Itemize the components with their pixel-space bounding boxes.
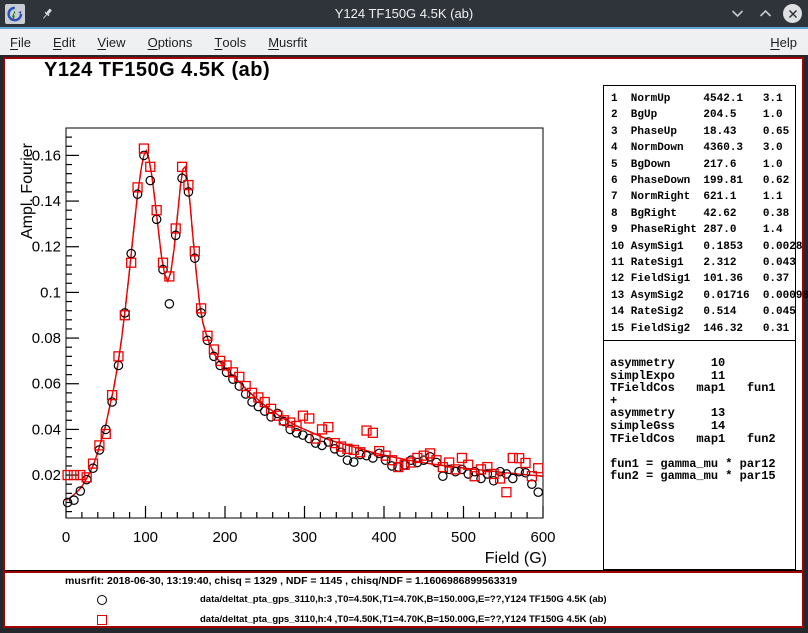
- svg-text:500: 500: [451, 529, 476, 546]
- menu-tools[interactable]: Tools: [203, 29, 257, 55]
- svg-text:200: 200: [212, 529, 237, 546]
- pin-icon[interactable]: [39, 6, 55, 22]
- menu-file[interactable]: File: [0, 29, 42, 55]
- svg-text:Field (G): Field (G): [485, 550, 547, 567]
- svg-text:400: 400: [371, 529, 396, 546]
- menu-options[interactable]: Options: [137, 29, 204, 55]
- svg-text:600: 600: [530, 529, 555, 546]
- theory-block: asymmetry 10 simplExpo 11 TFieldCos map1…: [603, 341, 796, 570]
- close-button[interactable]: [783, 4, 802, 23]
- menu-help[interactable]: Help: [759, 29, 808, 55]
- svg-text:0.02: 0.02: [32, 467, 61, 484]
- titlebar: Y124 TF150G 4.5K (ab): [0, 0, 808, 27]
- svg-text:Ampl. Fourier: Ampl. Fourier: [19, 142, 36, 239]
- maximize-button[interactable]: [755, 4, 775, 24]
- open-circle-marker-icon: [97, 595, 107, 605]
- svg-text:100: 100: [133, 529, 158, 546]
- theory-lines: asymmetry 10 simplExpo 11 TFieldCos map1…: [604, 341, 795, 483]
- minimize-button[interactable]: [727, 4, 747, 24]
- svg-text:0.12: 0.12: [32, 239, 61, 256]
- svg-text:300: 300: [292, 529, 317, 546]
- legend-row-h4: data/deltat_pta_gps_3110,h:4 ,T0=4.50K,T…: [5, 612, 802, 628]
- menu-edit[interactable]: Edit: [42, 29, 86, 55]
- close-icon: [788, 9, 798, 19]
- root-canvas[interactable]: Y124 TF150G 4.5K (ab) 010020030040050060…: [3, 57, 804, 628]
- chevron-up-icon: [759, 9, 772, 18]
- pad-highlight-line: [5, 571, 802, 573]
- legend-label-h3: data/deltat_pta_gps_3110,h:3 ,T0=4.50K,T…: [200, 594, 607, 605]
- svg-text:0: 0: [62, 529, 70, 546]
- chevron-down-icon: [731, 9, 744, 18]
- svg-text:0.16: 0.16: [32, 147, 61, 164]
- svg-text:0.1: 0.1: [40, 284, 61, 301]
- menubar: File Edit View Options Tools Musrfit Hel…: [0, 29, 808, 55]
- open-square-marker-icon: [97, 615, 107, 625]
- menu-musrfit[interactable]: Musrfit: [257, 29, 318, 55]
- svg-text:0.08: 0.08: [32, 330, 61, 347]
- legend-label-h4: data/deltat_pta_gps_3110,h:4 ,T0=4.50K,T…: [200, 614, 607, 625]
- svg-text:0.04: 0.04: [32, 421, 61, 438]
- menu-view[interactable]: View: [86, 29, 136, 55]
- root-app-icon: [5, 4, 25, 24]
- fit-status-text: musrfit: 2018-06-30, 13:19:40, chisq = 1…: [65, 575, 517, 587]
- legend-row-h3: data/deltat_pta_gps_3110,h:3 ,T0=4.50K,T…: [5, 592, 802, 608]
- parameter-rows: 1 NormUp 4542.1 3.1 2 BgUp 204.5 1.0 3 P…: [604, 86, 795, 337]
- svg-text:0.06: 0.06: [32, 376, 61, 393]
- svg-text:0.14: 0.14: [32, 193, 61, 210]
- window-title: Y124 TF150G 4.5K (ab): [0, 6, 808, 21]
- parameter-table: 1 NormUp 4542.1 3.1 2 BgUp 204.5 1.0 3 P…: [603, 85, 796, 341]
